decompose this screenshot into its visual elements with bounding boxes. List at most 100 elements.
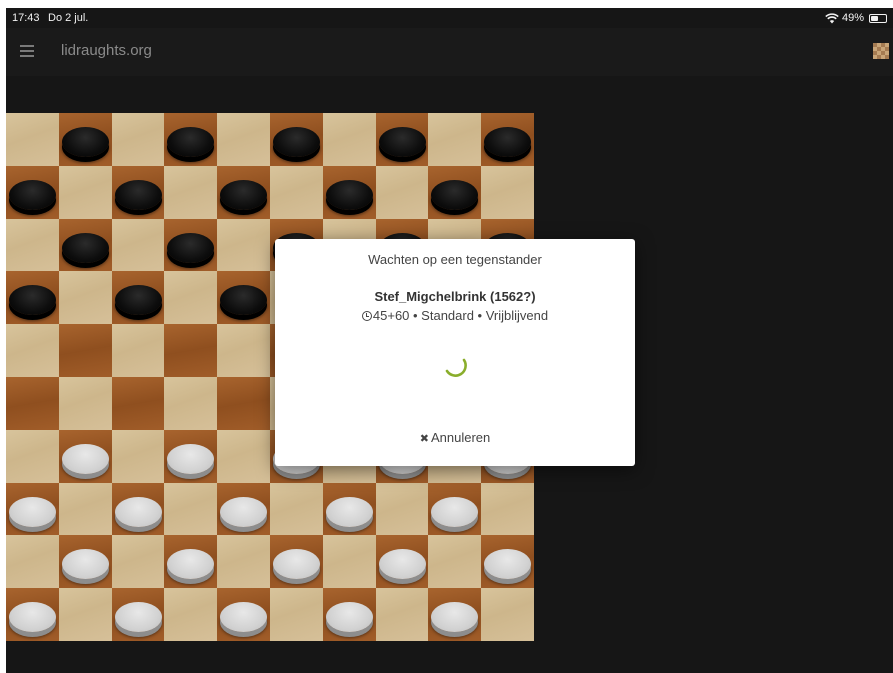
- board-square[interactable]: [164, 324, 218, 377]
- white-piece[interactable]: [61, 443, 109, 474]
- board-square[interactable]: [428, 165, 482, 219]
- board-square[interactable]: [217, 324, 270, 377]
- board-square[interactable]: [111, 218, 165, 272]
- board-square[interactable]: [6, 376, 59, 430]
- board-square[interactable]: [481, 165, 534, 219]
- board-icon[interactable]: [873, 43, 889, 59]
- board-square[interactable]: [164, 376, 218, 430]
- white-piece[interactable]: [220, 602, 268, 633]
- board-square[interactable]: [269, 113, 323, 166]
- board-square[interactable]: [164, 588, 218, 641]
- board-square[interactable]: [322, 165, 376, 219]
- board-square[interactable]: [164, 271, 218, 325]
- board-square[interactable]: [269, 588, 323, 641]
- black-piece[interactable]: [484, 127, 532, 157]
- white-piece[interactable]: [431, 496, 479, 527]
- board-square[interactable]: [217, 271, 270, 325]
- board-square[interactable]: [217, 218, 270, 272]
- board-square[interactable]: [428, 535, 482, 589]
- board-square[interactable]: [322, 113, 376, 166]
- black-piece[interactable]: [114, 179, 162, 210]
- board-square[interactable]: [111, 324, 165, 377]
- board-square[interactable]: [6, 165, 59, 219]
- board-square[interactable]: [111, 429, 165, 483]
- white-piece[interactable]: [220, 496, 268, 527]
- board-square[interactable]: [269, 482, 323, 536]
- white-piece[interactable]: [114, 602, 162, 633]
- board-square[interactable]: [111, 482, 165, 536]
- board-square[interactable]: [111, 376, 165, 430]
- board-square[interactable]: [481, 482, 534, 536]
- board-square[interactable]: [428, 482, 482, 536]
- white-piece[interactable]: [9, 496, 56, 527]
- black-piece[interactable]: [325, 179, 373, 210]
- board-square[interactable]: [322, 482, 376, 536]
- black-piece[interactable]: [220, 179, 268, 210]
- board-square[interactable]: [6, 218, 59, 272]
- board-square[interactable]: [217, 165, 270, 219]
- board-square[interactable]: [6, 535, 59, 589]
- board-square[interactable]: [481, 113, 534, 166]
- black-piece[interactable]: [9, 285, 56, 316]
- board-square[interactable]: [6, 324, 59, 377]
- board-square[interactable]: [481, 588, 534, 641]
- white-piece[interactable]: [61, 549, 109, 580]
- black-piece[interactable]: [431, 179, 479, 210]
- board-square[interactable]: [481, 535, 534, 589]
- black-piece[interactable]: [167, 127, 215, 157]
- board-square[interactable]: [428, 113, 482, 166]
- board-square[interactable]: [269, 535, 323, 589]
- board-square[interactable]: [58, 376, 112, 430]
- board-square[interactable]: [375, 113, 429, 166]
- cancel-button[interactable]: ✖ Annuleren: [275, 430, 635, 445]
- white-piece[interactable]: [167, 443, 215, 474]
- board-square[interactable]: [6, 113, 59, 166]
- board-square[interactable]: [375, 482, 429, 536]
- black-piece[interactable]: [114, 285, 162, 316]
- black-piece[interactable]: [220, 285, 268, 316]
- board-square[interactable]: [217, 429, 270, 483]
- board-square[interactable]: [322, 535, 376, 589]
- board-square[interactable]: [111, 113, 165, 166]
- white-piece[interactable]: [167, 549, 215, 580]
- board-square[interactable]: [217, 588, 270, 641]
- board-square[interactable]: [164, 482, 218, 536]
- board-square[interactable]: [217, 376, 270, 430]
- board-square[interactable]: [111, 271, 165, 325]
- board-square[interactable]: [58, 324, 112, 377]
- board-square[interactable]: [58, 429, 112, 483]
- hamburger-icon[interactable]: [18, 42, 38, 60]
- board-square[interactable]: [58, 482, 112, 536]
- board-square[interactable]: [217, 482, 270, 536]
- board-square[interactable]: [58, 271, 112, 325]
- white-piece[interactable]: [325, 496, 373, 527]
- white-piece[interactable]: [272, 549, 320, 580]
- board-square[interactable]: [375, 588, 429, 641]
- board-square[interactable]: [164, 218, 218, 272]
- white-piece[interactable]: [378, 549, 426, 580]
- black-piece[interactable]: [9, 179, 56, 210]
- board-square[interactable]: [58, 113, 112, 166]
- white-piece[interactable]: [431, 602, 479, 633]
- board-square[interactable]: [6, 588, 59, 641]
- white-piece[interactable]: [325, 602, 373, 633]
- board-square[interactable]: [375, 165, 429, 219]
- board-square[interactable]: [164, 113, 218, 166]
- board-square[interactable]: [111, 535, 165, 589]
- board-square[interactable]: [58, 535, 112, 589]
- board-square[interactable]: [217, 113, 270, 166]
- black-piece[interactable]: [167, 232, 215, 263]
- white-piece[interactable]: [114, 496, 162, 527]
- board-square[interactable]: [6, 429, 59, 483]
- white-piece[interactable]: [484, 549, 532, 580]
- black-piece[interactable]: [61, 232, 109, 263]
- board-square[interactable]: [269, 165, 323, 219]
- board-square[interactable]: [6, 482, 59, 536]
- board-square[interactable]: [164, 165, 218, 219]
- board-square[interactable]: [6, 271, 59, 325]
- board-square[interactable]: [111, 588, 165, 641]
- board-square[interactable]: [58, 218, 112, 272]
- board-square[interactable]: [58, 165, 112, 219]
- board-square[interactable]: [217, 535, 270, 589]
- board-square[interactable]: [58, 588, 112, 641]
